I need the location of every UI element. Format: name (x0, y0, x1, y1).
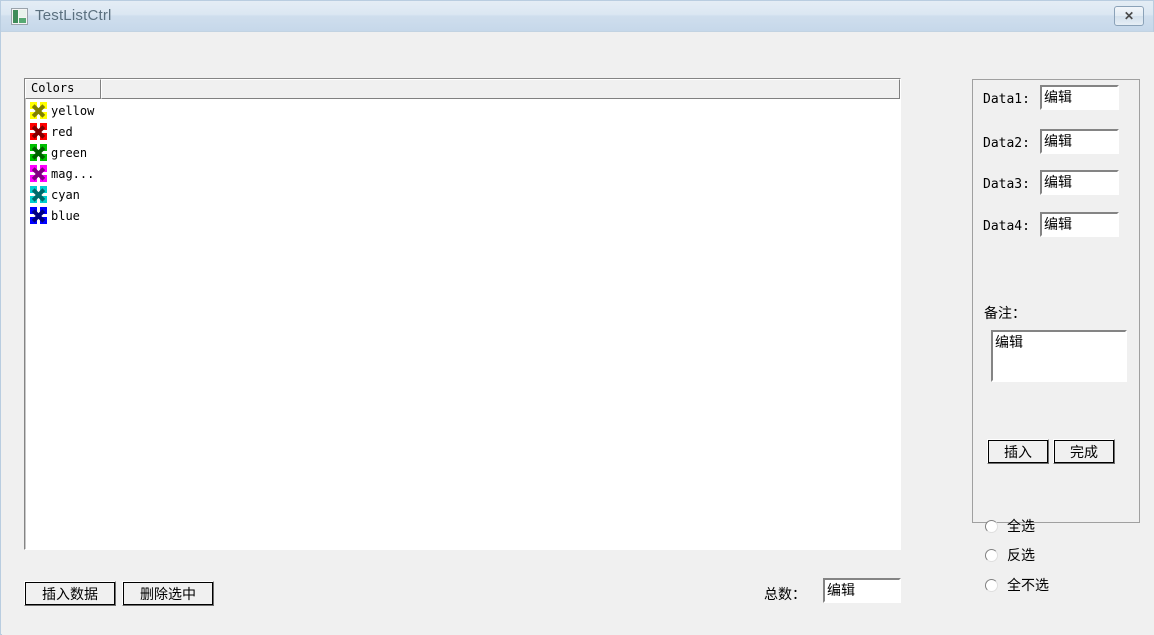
color-swatch-icon (30, 207, 47, 224)
total-count-label: 总数： (764, 586, 806, 602)
client-area: Colors yellow red green mag... cyan blue 插入数据… (2, 32, 1154, 635)
list-item-label: green (51, 145, 88, 160)
list-item[interactable]: mag... (26, 163, 899, 184)
radio-circle-icon (985, 578, 998, 592)
data4-input[interactable]: 编辑 (1040, 212, 1119, 237)
list-column-header-blank[interactable] (101, 79, 900, 99)
radio-circle-icon (985, 548, 998, 562)
remark-textarea[interactable]: 编辑 (991, 330, 1127, 382)
list-item-label: blue (51, 208, 80, 223)
list-item[interactable]: cyan (26, 184, 899, 205)
color-swatch-icon (30, 123, 47, 140)
data1-label: Data1: (983, 92, 1030, 107)
list-item-label: mag... (51, 166, 95, 181)
data1-input[interactable]: 编辑 (1040, 85, 1119, 110)
remark-label: 备注： (984, 305, 1026, 321)
data3-label: Data3: (983, 177, 1030, 192)
data4-label: Data4: (983, 219, 1030, 234)
list-rows: yellow red green mag... cyan blue (26, 100, 899, 548)
list-item-label: cyan (51, 187, 80, 202)
list-column-header-colors[interactable]: Colors (25, 79, 101, 99)
data2-label: Data2: (983, 136, 1030, 151)
data3-input[interactable]: 编辑 (1040, 170, 1119, 195)
title-bar: TestListCtrl ✕ (1, 1, 1153, 32)
list-item[interactable]: green (26, 142, 899, 163)
close-button[interactable]: ✕ (1114, 6, 1144, 26)
insert-button[interactable]: 插入 (987, 439, 1049, 464)
complete-button[interactable]: 完成 (1053, 439, 1115, 464)
application-window: TestListCtrl ✕ Colors yellow red green mag.… (0, 0, 1154, 635)
list-item[interactable]: blue (26, 205, 899, 226)
radio-circle-icon (985, 519, 998, 533)
list-item-label: red (51, 124, 73, 139)
window-title: TestListCtrl (35, 7, 112, 24)
delete-selected-button[interactable]: 删除选中 (122, 581, 214, 606)
insert-data-button[interactable]: 插入数据 (24, 581, 116, 606)
color-swatch-icon (30, 165, 47, 182)
total-count-input[interactable]: 编辑 (823, 578, 901, 603)
color-swatch-icon (30, 102, 47, 119)
colors-list-control[interactable]: Colors yellow red green mag... cyan blue (24, 78, 901, 550)
radio-select-all-label: 全选 (1007, 518, 1035, 534)
radio-deselect-all[interactable]: 全不选 (985, 575, 1049, 595)
radio-invert-selection-label: 反选 (1007, 547, 1035, 563)
list-item-label: yellow (51, 103, 95, 118)
radio-invert-selection[interactable]: 反选 (985, 545, 1035, 565)
color-swatch-icon (30, 144, 47, 161)
list-header: Colors (25, 79, 900, 99)
radio-deselect-all-label: 全不选 (1007, 577, 1049, 593)
close-icon: ✕ (1123, 9, 1135, 23)
radio-select-all[interactable]: 全选 (985, 516, 1035, 536)
color-swatch-icon (30, 186, 47, 203)
list-item[interactable]: yellow (26, 100, 899, 121)
data2-input[interactable]: 编辑 (1040, 129, 1119, 154)
list-item[interactable]: red (26, 121, 899, 142)
app-window-icon (11, 8, 28, 25)
